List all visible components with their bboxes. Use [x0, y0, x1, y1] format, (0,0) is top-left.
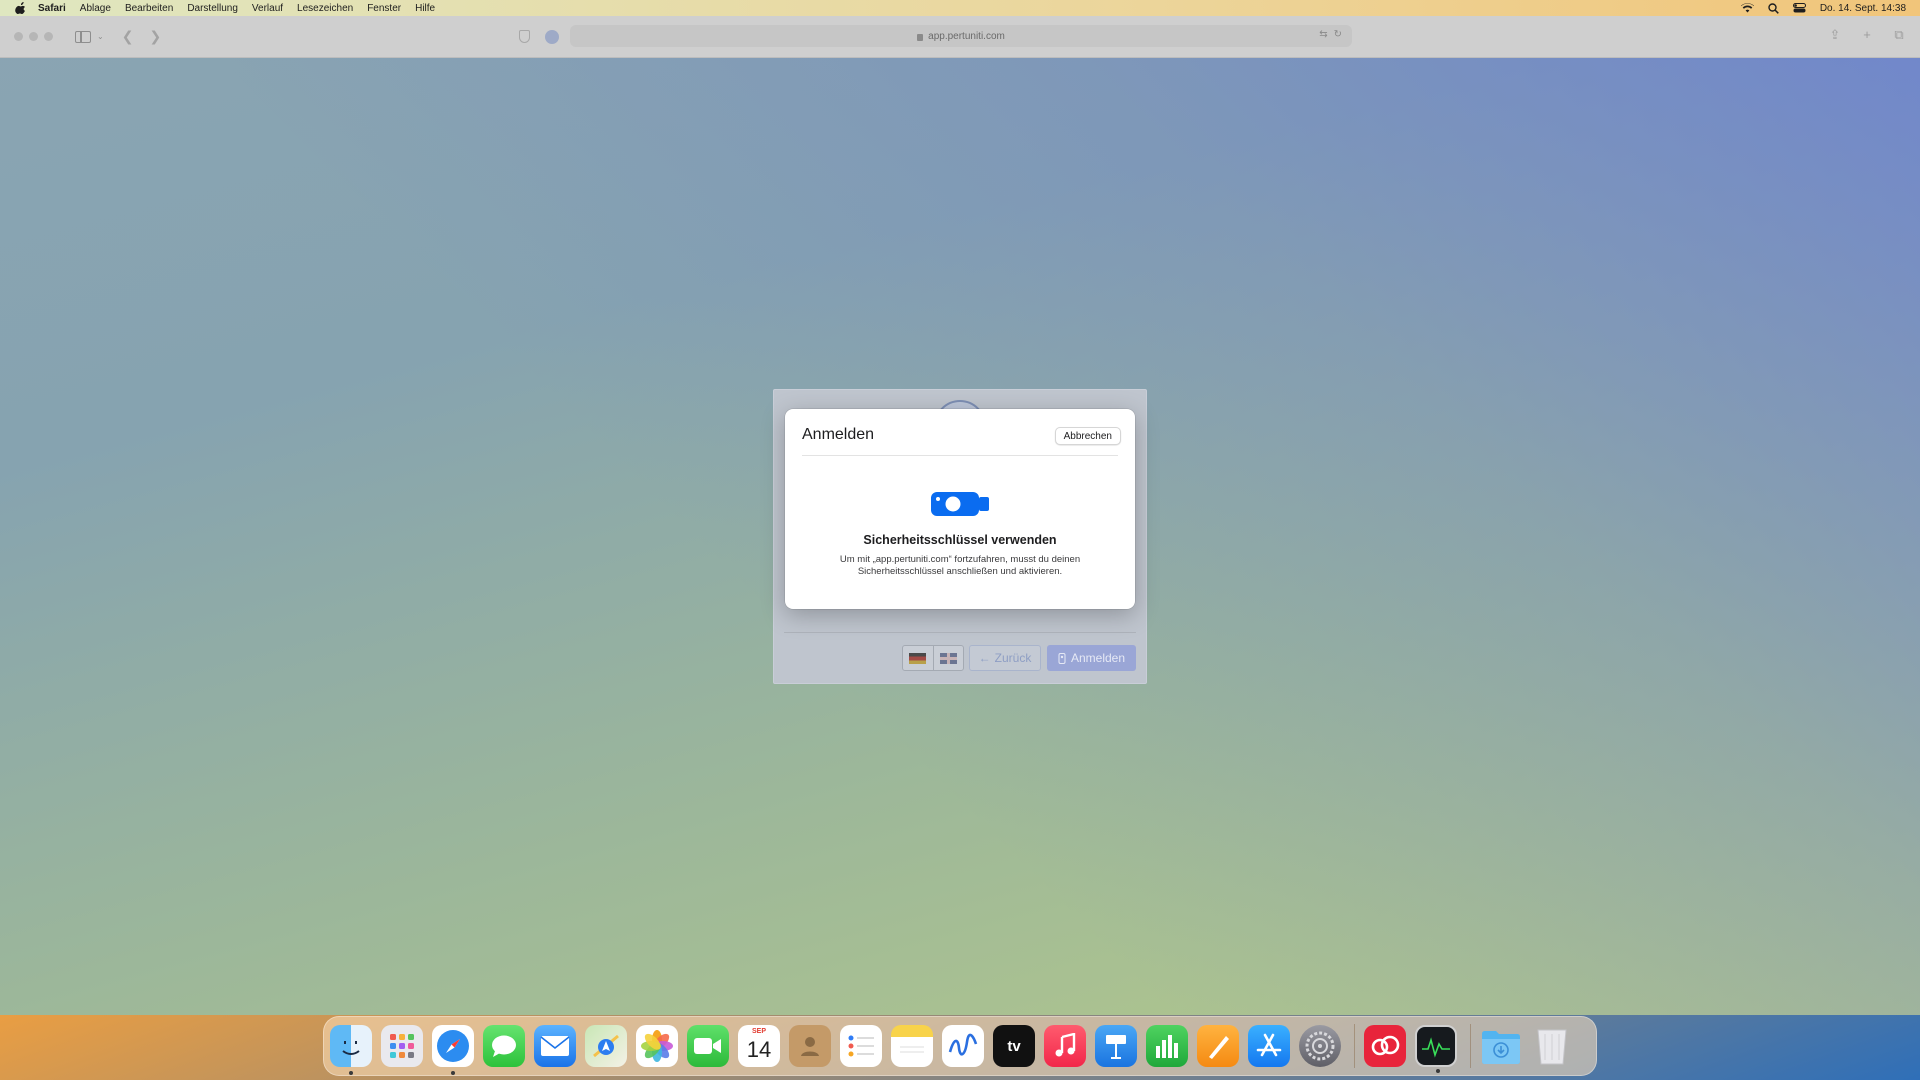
- back-button[interactable]: ← Zurück: [969, 645, 1041, 671]
- finder-icon[interactable]: [330, 1025, 372, 1075]
- maps-icon[interactable]: [585, 1025, 627, 1067]
- window-controls: [14, 32, 53, 41]
- numbers-icon[interactable]: [1146, 1025, 1188, 1067]
- browser-toolbar: ⌄ ❮ ❯ app.pertuniti.com ⇆ ↻ ⇪ + ⧉: [0, 16, 1920, 58]
- creative-cloud-icon[interactable]: [1364, 1025, 1406, 1067]
- sheet-message-line-2: Sicherheitsschlüssel anschließen und akt…: [857, 566, 1063, 577]
- address-bar[interactable]: app.pertuniti.com ⇆ ↻: [570, 25, 1352, 47]
- activity-monitor-icon[interactable]: [1415, 1025, 1457, 1073]
- calendar-day: 14: [746, 1037, 772, 1062]
- menu-fenster[interactable]: Fenster: [367, 3, 401, 14]
- language-switcher: [902, 645, 964, 671]
- menu-bar-clock[interactable]: Do. 14. Sept. 14:38: [1820, 3, 1906, 14]
- system-settings-icon[interactable]: [1299, 1025, 1341, 1067]
- photos-icon[interactable]: [636, 1025, 678, 1067]
- chevron-down-icon[interactable]: ⌄: [97, 32, 104, 41]
- menu-safari[interactable]: Safari: [38, 3, 66, 14]
- menu-darstellung[interactable]: Darstellung: [187, 3, 238, 14]
- close-window-button[interactable]: [14, 32, 23, 41]
- calendar-month: SEP: [751, 1028, 766, 1035]
- lock-icon: [917, 33, 924, 41]
- new-tab-icon[interactable]: +: [1860, 28, 1874, 42]
- facetime-icon[interactable]: [687, 1025, 729, 1067]
- sheet-title: Anmelden: [802, 426, 875, 443]
- sheet-message-line-1: Um mit „app.pertuniti.com“ fortzufahren,…: [839, 554, 1081, 565]
- arrow-left-icon: ←: [978, 651, 991, 665]
- sheet-heading: Sicherheitsschlüssel verwenden: [863, 533, 1057, 547]
- login-button-label: Anmelden: [1070, 651, 1126, 665]
- reload-icon[interactable]: ↻: [1334, 29, 1342, 40]
- menu-verlauf[interactable]: Verlauf: [252, 3, 283, 14]
- translate-icon[interactable]: ⇆: [1319, 29, 1327, 40]
- dock-separator: [1470, 1024, 1471, 1068]
- app-store-icon[interactable]: [1248, 1025, 1290, 1067]
- keynote-icon[interactable]: [1095, 1025, 1137, 1067]
- messages-icon[interactable]: [483, 1025, 525, 1067]
- minimize-window-button[interactable]: [29, 32, 38, 41]
- menu-ablage[interactable]: Ablage: [80, 3, 111, 14]
- menu-lesezeichen[interactable]: Lesezeichen: [297, 3, 353, 14]
- back-arrow-icon[interactable]: ❮: [122, 28, 134, 45]
- contacts-icon[interactable]: [789, 1025, 831, 1067]
- tv-icon[interactable]: tv: [993, 1025, 1035, 1067]
- pages-icon[interactable]: [1197, 1025, 1239, 1067]
- dock-separator: [1354, 1024, 1355, 1068]
- zoom-window-button[interactable]: [44, 32, 53, 41]
- music-icon[interactable]: [1044, 1025, 1086, 1067]
- trash-icon[interactable]: [1531, 1025, 1573, 1067]
- freeform-icon[interactable]: [942, 1025, 984, 1067]
- uk-flag-icon: [939, 652, 957, 664]
- back-button-label: Zurück: [994, 651, 1032, 665]
- sidebar-toggle-icon[interactable]: [75, 30, 91, 43]
- safari-icon[interactable]: [432, 1025, 474, 1075]
- menu-bearbeiten[interactable]: Bearbeiten: [125, 3, 173, 14]
- downloads-folder-icon[interactable]: [1480, 1025, 1522, 1067]
- sheet-divider: [802, 455, 1118, 456]
- wifi-icon[interactable]: [1740, 3, 1754, 13]
- calendar-icon[interactable]: SEP 14: [738, 1025, 780, 1067]
- notes-icon[interactable]: [891, 1025, 933, 1067]
- security-key-icon: [931, 492, 989, 516]
- tv-label: tv: [1007, 1037, 1021, 1055]
- spotlight-search-icon[interactable]: [1768, 2, 1779, 14]
- dock: SEP 14 tv: [323, 1016, 1597, 1076]
- reminders-icon[interactable]: [840, 1025, 882, 1067]
- tab-overview-icon[interactable]: ⧉: [1892, 28, 1906, 42]
- control-center-icon[interactable]: [1792, 3, 1806, 13]
- sheet-message: Um mit „app.pertuniti.com“ fortzufahren,…: [815, 554, 1105, 578]
- menu-bar: Safari Ablage Bearbeiten Darstellung Ver…: [0, 0, 1920, 16]
- menu-hilfe[interactable]: Hilfe: [415, 3, 435, 14]
- security-key-icon: [1058, 652, 1066, 664]
- cancel-button[interactable]: Abbrechen: [1054, 427, 1121, 445]
- forward-arrow-icon[interactable]: ❯: [149, 28, 161, 45]
- security-key-sheet: Anmelden Abbrechen Sicherheitsschlüssel …: [785, 409, 1135, 609]
- login-button[interactable]: Anmelden: [1047, 645, 1136, 671]
- launchpad-icon[interactable]: [381, 1025, 423, 1067]
- language-en-button[interactable]: [932, 646, 963, 670]
- mail-icon[interactable]: [534, 1025, 576, 1067]
- apple-logo-icon[interactable]: [14, 2, 28, 14]
- address-url: app.pertuniti.com: [928, 30, 1005, 42]
- share-icon[interactable]: ⇪: [1828, 28, 1842, 42]
- extension-icon[interactable]: [545, 30, 559, 44]
- privacy-shield-icon[interactable]: [519, 30, 530, 43]
- status-area: Do. 14. Sept. 14:38: [1740, 2, 1906, 14]
- card-divider: [784, 632, 1136, 633]
- language-de-button[interactable]: [903, 646, 933, 670]
- german-flag-icon: [909, 652, 927, 664]
